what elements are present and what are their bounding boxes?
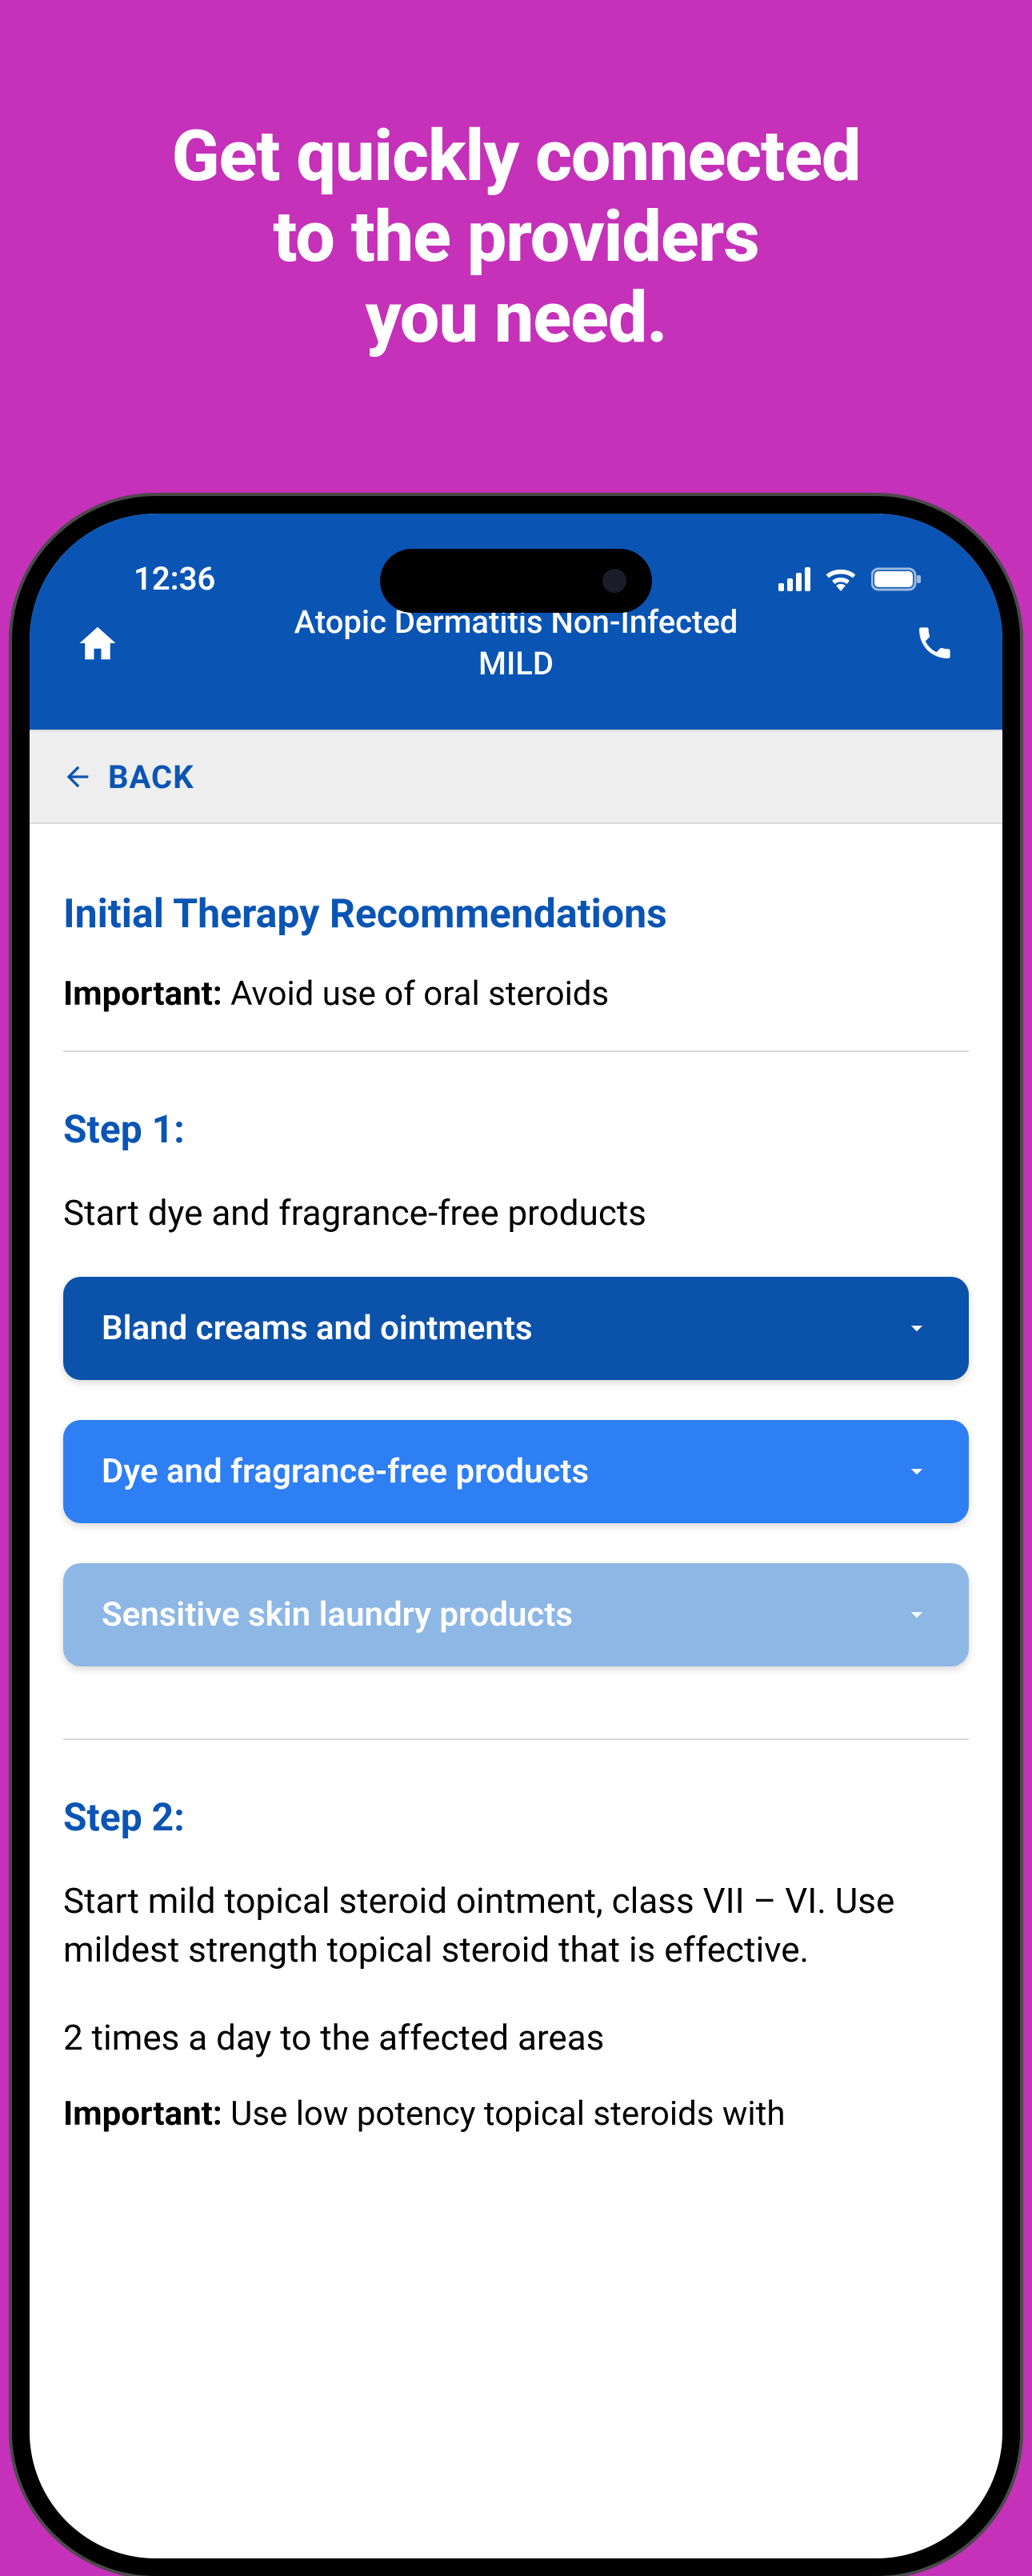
step-2-important: Important: Use low potency topical stero… bbox=[63, 2094, 969, 2134]
page-title-line-2: MILD bbox=[126, 643, 906, 685]
phone-icon[interactable] bbox=[906, 623, 962, 663]
page-title: Atopic Dermatitis Non-Infected MILD bbox=[126, 602, 906, 685]
status-time: 12:36 bbox=[134, 560, 215, 598]
promo-hero: Get quickly connected to the providers y… bbox=[0, 0, 1032, 359]
battery-icon bbox=[871, 567, 922, 591]
promo-line-1: Get quickly connected bbox=[0, 116, 1032, 197]
wifi-icon bbox=[825, 567, 857, 591]
step-1-desc: Start dye and fragrance-free products bbox=[63, 1189, 969, 1238]
accordion-dye-free[interactable]: Dye and fragrance-free products bbox=[63, 1420, 969, 1523]
divider bbox=[63, 1738, 969, 1740]
cell-signal-icon bbox=[778, 567, 810, 591]
chevron-down-icon bbox=[903, 1314, 930, 1342]
important-text: Use low potency topical steroids with bbox=[222, 2094, 786, 2134]
content-area: Initial Therapy Recommendations Importan… bbox=[30, 824, 1002, 2134]
app-header: 12:36 bbox=[30, 514, 1002, 730]
accordion-label: Dye and fragrance-free products bbox=[102, 1452, 589, 1491]
step-2-dosage: 2 times a day to the affected areas bbox=[63, 2014, 969, 2063]
step-1-heading: Step 1: bbox=[63, 1106, 969, 1152]
accordion-label: Bland creams and ointments bbox=[102, 1309, 533, 1348]
back-arrow-icon bbox=[62, 761, 94, 793]
phone-frame: 12:36 bbox=[12, 496, 1020, 2576]
chevron-down-icon bbox=[903, 1458, 930, 1485]
divider bbox=[63, 1050, 969, 1052]
important-text: Avoid use of oral steroids bbox=[222, 974, 609, 1014]
accordion-bland-creams[interactable]: Bland creams and ointments bbox=[63, 1277, 969, 1380]
important-label: Important: bbox=[63, 974, 222, 1014]
important-label: Important: bbox=[63, 2094, 222, 2134]
home-icon[interactable] bbox=[70, 622, 126, 665]
promo-line-2: to the providers bbox=[0, 197, 1032, 278]
accordion-label: Sensitive skin laundry products bbox=[102, 1595, 573, 1634]
back-button[interactable]: BACK bbox=[30, 730, 1002, 824]
promo-line-3: you need. bbox=[0, 278, 1032, 358]
step-2-heading: Step 2: bbox=[63, 1794, 969, 1840]
back-label: BACK bbox=[108, 758, 194, 796]
step-2-desc: Start mild topical steroid ointment, cla… bbox=[63, 1877, 969, 1975]
chevron-down-icon bbox=[903, 1601, 930, 1628]
important-note: Important: Avoid use of oral steroids bbox=[63, 974, 969, 1014]
accordion-laundry[interactable]: Sensitive skin laundry products bbox=[63, 1563, 969, 1666]
section-heading: Initial Therapy Recommendations bbox=[63, 891, 969, 938]
dynamic-island bbox=[380, 549, 652, 613]
